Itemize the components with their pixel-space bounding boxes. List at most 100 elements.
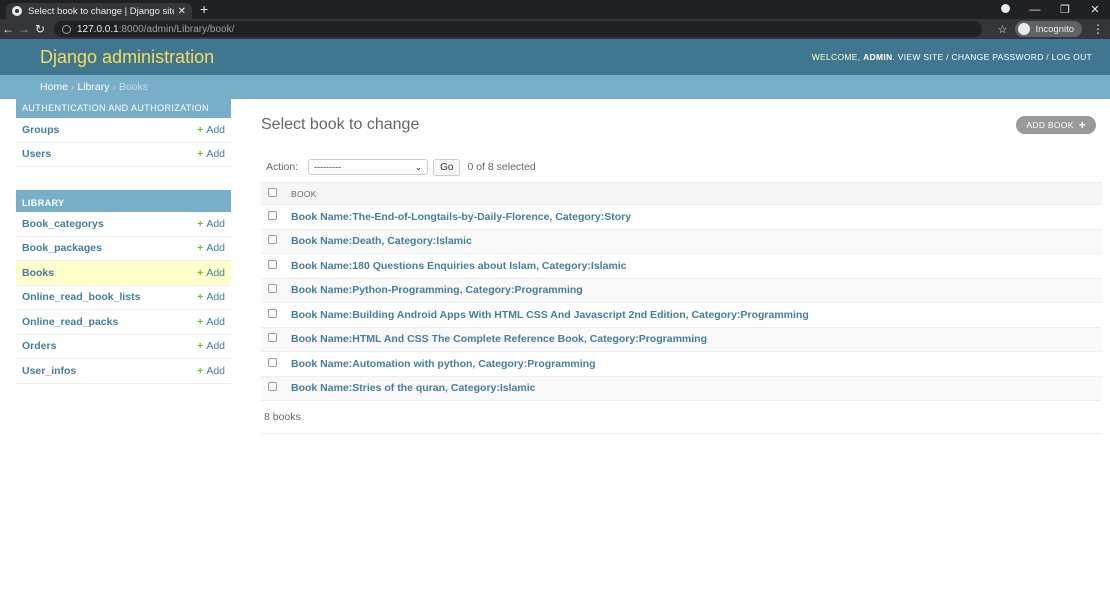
back-button[interactable]: ← xyxy=(0,22,16,36)
browser-toolbar: ← → ↻ 127.0.0.1:8000/admin/Library/book/… xyxy=(0,19,1110,39)
admin-header: Django administration Welcome, admin. Vi… xyxy=(0,39,1110,75)
action-select[interactable]: --------- ⌄ xyxy=(308,159,429,175)
action-label: Action: xyxy=(266,161,299,173)
address-bar[interactable]: 127.0.0.1:8000/admin/Library/book/ xyxy=(54,21,982,37)
module-caption-auth[interactable]: Authentication and Authorization xyxy=(16,99,231,118)
incognito-badge[interactable]: Incognito xyxy=(1015,21,1082,37)
model-link-groups[interactable]: Groups xyxy=(22,124,59,136)
chevron-down-icon: ⌄ xyxy=(414,161,423,172)
close-tab-icon[interactable]: ✕ xyxy=(178,6,186,17)
paginator: 8 books xyxy=(261,401,1102,434)
plus-icon: + xyxy=(197,364,204,377)
book-link[interactable]: Book Name:Stries of the quran, Category:… xyxy=(291,382,535,394)
book-link[interactable]: Book Name:Death, Category:Islamic xyxy=(291,235,472,247)
row-checkbox[interactable] xyxy=(268,210,277,220)
model-link-online-read-book-lists[interactable]: Online_read_book_lists xyxy=(22,291,140,303)
row-checkbox[interactable] xyxy=(268,235,277,245)
plus-icon: + xyxy=(197,123,204,136)
add-books-link[interactable]: + Add xyxy=(197,267,225,279)
book-link[interactable]: Book Name:Python-Programming, Category:P… xyxy=(291,284,583,296)
add-orders-link[interactable]: + Add xyxy=(197,340,225,352)
row-checkbox[interactable] xyxy=(268,357,277,367)
table-row: Book Name:HTML And CSS The Complete Refe… xyxy=(261,327,1102,352)
model-link-orders[interactable]: Orders xyxy=(22,340,56,352)
user-tools: Welcome, admin. View site / Change passw… xyxy=(811,52,1092,62)
record-icon[interactable] xyxy=(990,3,1020,16)
model-link-book-packages[interactable]: Book_packages xyxy=(22,242,102,254)
model-link-user-infos[interactable]: User_infos xyxy=(22,365,76,377)
nav-sidebar: Authentication and Authorization Groups … xyxy=(16,99,231,434)
restore-button[interactable]: ❐ xyxy=(1050,3,1080,16)
browser-tab[interactable]: Select book to change | Django site admi… xyxy=(6,3,192,19)
view-site-link[interactable]: View site xyxy=(898,52,944,62)
add-online-read-book-lists-link[interactable]: + Add xyxy=(197,291,225,303)
breadcrumb: Home › Library › Books xyxy=(0,75,1110,99)
add-book-button[interactable]: Add book + xyxy=(1016,116,1096,134)
model-link-users[interactable]: Users xyxy=(22,148,51,160)
row-checkbox[interactable] xyxy=(268,308,277,318)
add-users-link[interactable]: + Add xyxy=(197,148,225,160)
globe-icon xyxy=(12,6,22,16)
table-row: Book Name:Python-Programming, Category:P… xyxy=(261,278,1102,303)
book-link[interactable]: Book Name:Building Android Apps With HTM… xyxy=(291,309,809,321)
add-book-packages-link[interactable]: + Add xyxy=(197,242,225,254)
plus-icon: + xyxy=(197,242,204,255)
table-row: Book Name:Automation with python, Catego… xyxy=(261,351,1102,377)
go-button[interactable]: Go xyxy=(433,158,461,176)
sidebar-item-book-packages: Book_packages + Add xyxy=(16,237,231,261)
sidebar-item-online-read-book-lists: Online_read_book_lists + Add xyxy=(16,286,231,310)
model-link-book-categorys[interactable]: Book_categorys xyxy=(22,218,104,230)
incognito-label: Incognito xyxy=(1035,23,1074,35)
table-row: Book Name:180 Questions Enquiries about … xyxy=(261,253,1102,279)
column-header-book[interactable]: Book xyxy=(291,182,1102,205)
page-title: Select book to change xyxy=(261,116,420,133)
breadcrumb-home[interactable]: Home xyxy=(40,81,68,93)
forward-button[interactable]: → xyxy=(16,22,32,36)
module-caption-library[interactable]: Library xyxy=(16,190,231,212)
sidebar-item-books: Books + Add xyxy=(16,261,231,286)
results-table: Book Book Name:The-End-of-Longtails-by-D… xyxy=(261,182,1102,401)
add-book-label: Add book xyxy=(1026,120,1074,130)
browser-tab-strip: Select book to change | Django site admi… xyxy=(0,0,1110,19)
row-checkbox[interactable] xyxy=(268,382,277,392)
table-row: Book Name:The-End-of-Longtails-by-Daily-… xyxy=(261,204,1102,230)
menu-kebab-icon[interactable]: ⋮ xyxy=(1092,22,1104,36)
incognito-icon xyxy=(1018,23,1031,35)
log-out-link[interactable]: Log out xyxy=(1052,52,1092,62)
new-tab-button[interactable]: + xyxy=(200,2,208,16)
model-link-books[interactable]: Books xyxy=(22,267,54,279)
book-link[interactable]: Book Name:180 Questions Enquiries about … xyxy=(291,260,627,272)
row-checkbox[interactable] xyxy=(268,333,277,343)
action-selected-value: --------- xyxy=(314,162,342,172)
model-link-online-read-packs[interactable]: Online_read_packs xyxy=(22,316,118,328)
row-checkbox[interactable] xyxy=(268,259,277,269)
selection-counter: 0 of 8 selected xyxy=(467,161,536,173)
reload-button[interactable]: ↻ xyxy=(32,22,48,36)
add-online-read-packs-link[interactable]: + Add xyxy=(197,316,225,328)
sidebar-item-online-read-packs: Online_read_packs + Add xyxy=(16,310,231,335)
plus-icon: + xyxy=(1078,118,1086,132)
plus-icon: + xyxy=(197,340,204,353)
row-checkbox[interactable] xyxy=(268,284,277,294)
bookmark-star-icon[interactable]: ☆ xyxy=(998,23,1008,36)
info-icon[interactable] xyxy=(62,24,71,34)
close-window-button[interactable]: ✕ xyxy=(1080,3,1110,16)
change-password-link[interactable]: Change password xyxy=(951,52,1043,62)
minimize-button[interactable]: — xyxy=(1020,4,1050,16)
plus-icon: + xyxy=(197,266,204,279)
sidebar-item-user-infos: User_infos + Add xyxy=(16,359,231,384)
add-groups-link[interactable]: + Add xyxy=(197,124,225,136)
book-link[interactable]: Book Name:The-End-of-Longtails-by-Daily-… xyxy=(291,211,631,223)
add-book-categorys-link[interactable]: + Add xyxy=(197,218,225,230)
welcome-text: Welcome, xyxy=(811,52,861,62)
table-row: Book Name:Building Android Apps With HTM… xyxy=(261,302,1102,328)
breadcrumb-library[interactable]: Library xyxy=(77,81,109,93)
table-row: Book Name:Stries of the quran, Category:… xyxy=(261,376,1102,401)
add-user-infos-link[interactable]: + Add xyxy=(197,365,225,377)
url-host: 127.0.0.1 xyxy=(77,23,119,35)
table-row: Book Name:Death, Category:Islamic xyxy=(261,229,1102,254)
book-link[interactable]: Book Name:Automation with python, Catego… xyxy=(291,358,596,370)
site-branding[interactable]: Django administration xyxy=(40,47,214,68)
select-all-checkbox[interactable] xyxy=(268,188,277,197)
book-link[interactable]: Book Name:HTML And CSS The Complete Refe… xyxy=(291,333,707,345)
